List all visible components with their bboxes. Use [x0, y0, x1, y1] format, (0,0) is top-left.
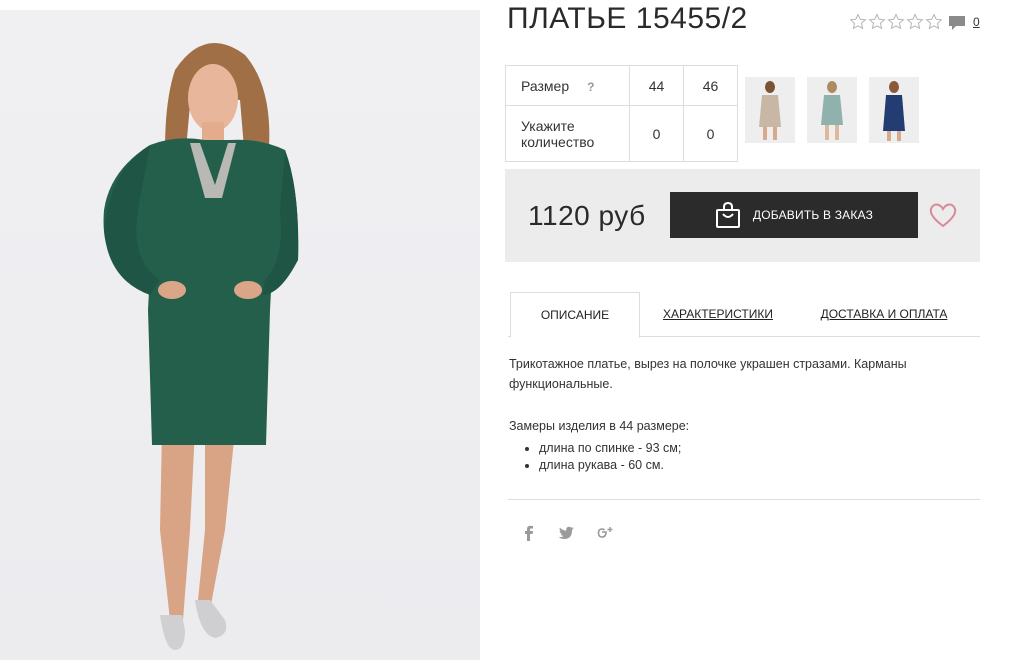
twitter-icon[interactable] [557, 524, 575, 542]
size-46: 46 [683, 65, 738, 106]
comment-count-link[interactable]: 0 [973, 15, 980, 29]
thumbnail-navy[interactable] [869, 77, 919, 143]
divider [508, 499, 980, 500]
quantity-input-44[interactable]: 0 [629, 105, 684, 162]
thumb-dress-2 [883, 95, 905, 131]
facebook-icon[interactable] [520, 524, 538, 542]
product-title: ПЛАТЬЕ 15455/2 [507, 2, 748, 35]
size-label-cell: Размер? [505, 65, 630, 106]
description-text: Трикотажное платье, вырез на полочке укр… [509, 357, 907, 391]
size-44: 44 [629, 65, 684, 106]
tab-delivery-payment[interactable]: ДОСТАВКА И ОПЛАТА [820, 292, 948, 336]
size-table: Размер? 44 46 Укажите количество 0 0 [505, 65, 738, 162]
tab-description[interactable]: ОПИСАНИЕ [510, 292, 640, 338]
star-icon[interactable] [925, 13, 943, 31]
star-icon[interactable] [906, 13, 924, 31]
quantity-input-46[interactable]: 0 [683, 105, 738, 162]
google-plus-icon[interactable] [595, 524, 615, 542]
shopping-bag-icon [715, 201, 740, 228]
quantity-row: Укажите количество 0 0 [505, 105, 738, 162]
size-row: Размер? 44 46 [505, 65, 738, 106]
size-label: Размер [521, 77, 570, 94]
add-to-order-label: ДОБАВИТЬ В ЗАКАЗ [752, 208, 874, 222]
measurements-title: Замеры изделия в 44 размере: [509, 419, 690, 433]
price: 1120 руб [528, 200, 646, 231]
comment-icon[interactable] [948, 15, 966, 31]
heart-icon[interactable] [928, 201, 958, 229]
star-icon[interactable] [868, 13, 886, 31]
thumb-dress-0 [759, 95, 781, 127]
star-icon[interactable] [887, 13, 905, 31]
thumbnail-beige[interactable] [745, 77, 795, 143]
rating-stars[interactable] [849, 13, 943, 31]
measurements-list: длина по спинке - 93 см; длина рукава - … [509, 440, 681, 474]
star-icon[interactable] [849, 13, 867, 31]
thumbnail-mint[interactable] [807, 77, 857, 143]
measurement-item: длина по спинке - 93 см; [539, 440, 681, 457]
tab-characteristics[interactable]: ХАРАКТЕРИСТИКИ [660, 292, 776, 336]
main-product-photo[interactable] [0, 10, 480, 660]
thumb-dress-1 [821, 95, 843, 125]
measurement-item: длина рукава - 60 см. [539, 457, 681, 474]
add-to-order-button[interactable]: ДОБАВИТЬ В ЗАКАЗ [670, 192, 918, 238]
size-help-icon[interactable]: ? [587, 80, 594, 94]
quantity-label: Укажите количество [505, 105, 630, 162]
